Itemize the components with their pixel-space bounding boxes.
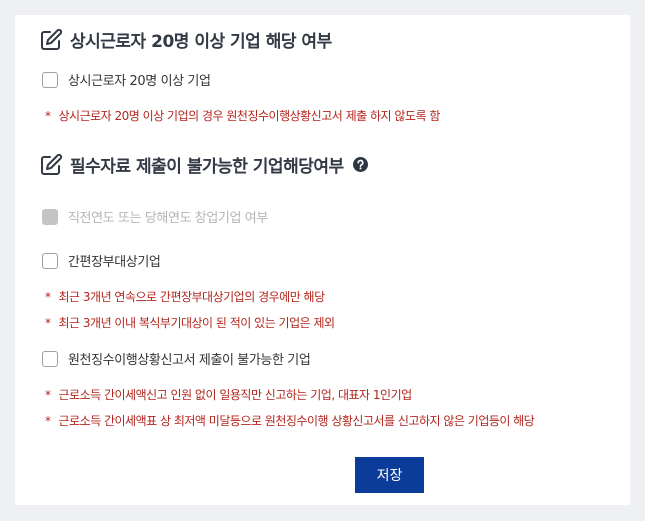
checkbox-simple-bookkeeping[interactable]: 간편장부대상기업 bbox=[42, 251, 161, 270]
edit-icon bbox=[41, 28, 63, 50]
note-withholding-1: * 근로소득 간이세액신고 인원 없이 일용직만 신고하는 기업, 대표자 1인기… bbox=[45, 386, 412, 403]
checkbox-label: 원천징수이행상황신고서 제출이 불가능한 기업 bbox=[68, 353, 311, 368]
note-text: 근로소득 간이세액신고 인원 없이 일용직만 신고하는 기업, 대표자 1인기업 bbox=[58, 388, 413, 402]
note-marker: * bbox=[45, 316, 51, 330]
edit-icon bbox=[41, 153, 63, 175]
checkbox-label: 직전연도 또는 당해연도 창업기업 여부 bbox=[68, 211, 268, 226]
save-button[interactable]: 저장 bbox=[355, 457, 424, 493]
help-icon[interactable] bbox=[352, 157, 368, 172]
note-employees: * 상시근로자 20명 이상 기업의 경우 원천징수이행상황신고서 제출 하지 않… bbox=[45, 107, 440, 124]
checkbox-box[interactable] bbox=[42, 350, 58, 367]
checkbox-box[interactable] bbox=[42, 71, 58, 88]
checkbox-withholding-unavailable[interactable]: 원천징수이행상황신고서 제출이 불가능한 기업 bbox=[42, 349, 311, 368]
note-simple-1: * 최근 3개년 연속으로 간편장부대상기업의 경우에만 해당 bbox=[45, 288, 325, 305]
note-text: 근로소득 간이세액표 상 최저액 미달등으로 원천징수이행 상황신고서를 신고하… bbox=[58, 414, 535, 428]
checkbox-20-employees[interactable]: 상시근로자 20명 이상 기업 bbox=[42, 70, 211, 89]
note-simple-2: * 최근 3개년 이내 복식부기대상이 된 적이 있는 기업은 제외 bbox=[45, 314, 335, 331]
section-title-employees: 상시근로자 20명 이상 기업 해당 여부 bbox=[39, 27, 332, 52]
checkbox-label: 상시근로자 20명 이상 기업 bbox=[68, 74, 211, 89]
note-marker: * bbox=[45, 109, 51, 123]
note-marker: * bbox=[45, 388, 51, 402]
checkbox-box bbox=[42, 208, 58, 225]
checkbox-startup: 직전연도 또는 당해연도 창업기업 여부 bbox=[42, 207, 268, 226]
note-marker: * bbox=[45, 414, 51, 428]
section-title-text: 상시근로자 20명 이상 기업 해당 여부 bbox=[70, 32, 332, 52]
section-title-text: 필수자료 제출이 불가능한 기업해당여부 bbox=[70, 157, 344, 177]
note-marker: * bbox=[45, 290, 51, 304]
note-text: 최근 3개년 이내 복식부기대상이 된 적이 있는 기업은 제외 bbox=[58, 316, 336, 330]
section-title-unavailable: 필수자료 제출이 불가능한 기업해당여부 bbox=[39, 152, 368, 177]
checkbox-label: 간편장부대상기업 bbox=[68, 255, 161, 270]
note-text: 최근 3개년 연속으로 간편장부대상기업의 경우에만 해당 bbox=[58, 290, 326, 304]
note-withholding-2: * 근로소득 간이세액표 상 최저액 미달등으로 원천징수이행 상황신고서를 신고… bbox=[45, 412, 535, 429]
note-text: 상시근로자 20명 이상 기업의 경우 원천징수이행상황신고서 제출 하지 않도… bbox=[58, 109, 441, 123]
checkbox-box[interactable] bbox=[42, 252, 58, 269]
settings-card: 상시근로자 20명 이상 기업 해당 여부 상시근로자 20명 이상 기업 * 상… bbox=[15, 15, 630, 505]
